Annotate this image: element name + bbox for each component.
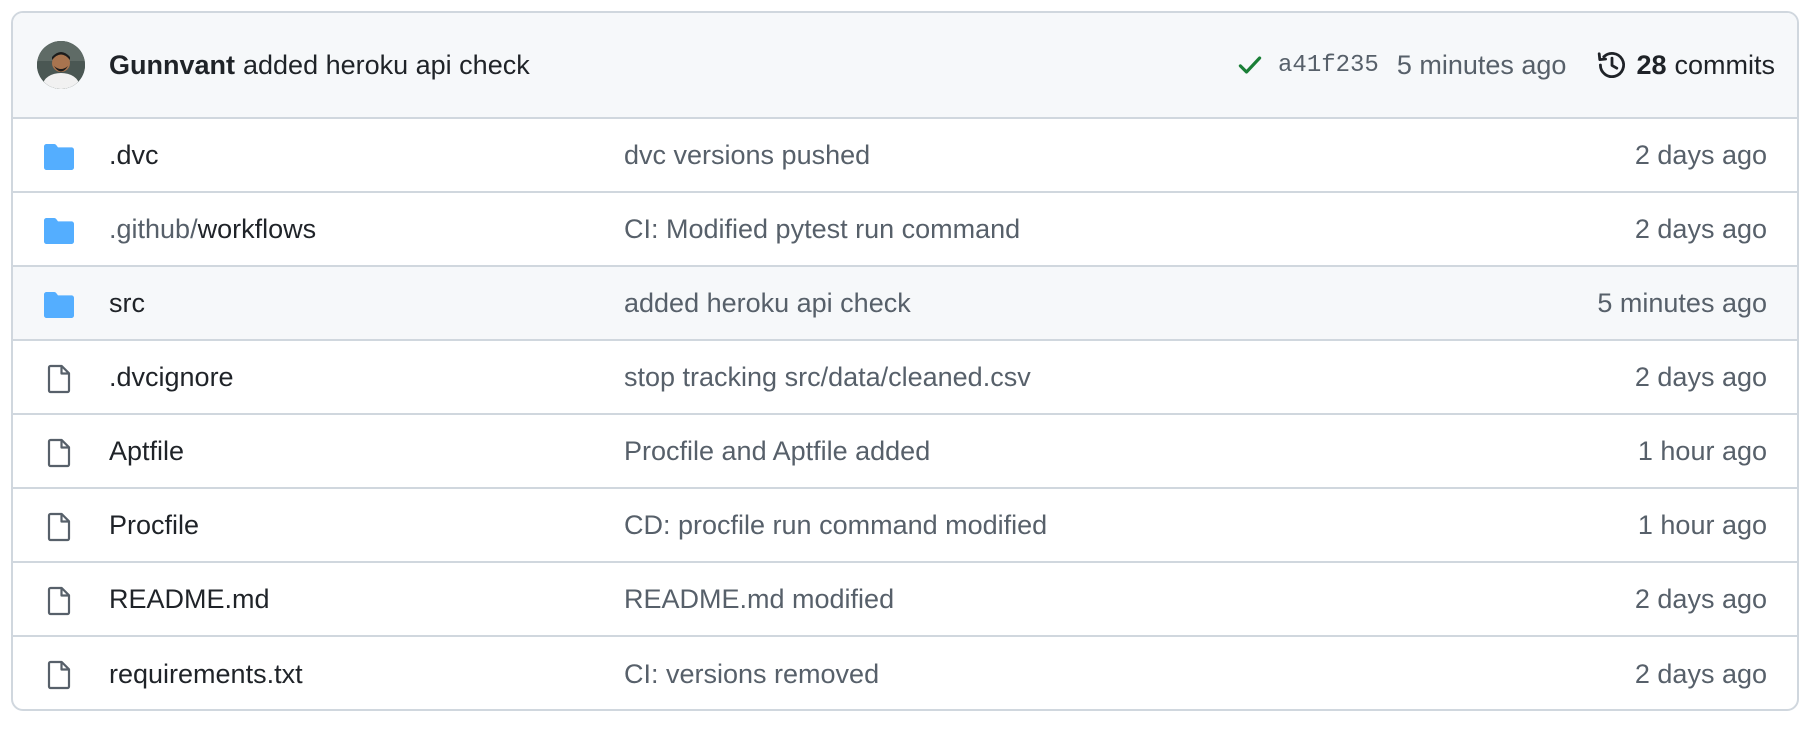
file-browser: Gunnvant added heroku api check a41f235 … — [11, 11, 1799, 711]
file-row[interactable]: Aptfile Procfile and Aptfile added 1 hour … — [13, 415, 1797, 489]
file-commit-time: 1 hour ago — [1637, 435, 1767, 466]
file-name-text: requirements.txt — [109, 658, 303, 689]
file-icon — [43, 363, 75, 395]
commits-label: commits — [1674, 49, 1776, 80]
commit-sha-link[interactable]: a41f235 — [1278, 52, 1379, 79]
file-list: .dvc dvc versions pushed 2 days ago .github… — [13, 119, 1797, 709]
file-name-link[interactable]: src — [109, 288, 145, 319]
file-commit-time: 2 days ago — [1634, 361, 1767, 392]
folder-icon — [43, 289, 75, 321]
file-commit-message-link[interactable]: dvc versions pushed — [624, 140, 870, 171]
file-name-text: workflows — [197, 213, 317, 244]
file-commit-message-link[interactable]: README.md modified — [624, 584, 894, 615]
file-name-link[interactable]: README.md — [109, 584, 270, 615]
file-name-link[interactable]: .dvcignore — [109, 362, 234, 393]
commit-time: 5 minutes ago — [1396, 49, 1567, 80]
commit-count: 28 — [1636, 49, 1667, 80]
file-row[interactable]: Procfile CD: procfile run command modifie… — [13, 489, 1797, 563]
file-commit-message-link[interactable]: Procfile and Aptfile added — [624, 436, 930, 467]
file-name-link[interactable]: Aptfile — [109, 436, 184, 467]
commit-author-link[interactable]: Gunnvant — [109, 50, 235, 81]
latest-commit-bar: Gunnvant added heroku api check a41f235 … — [13, 13, 1797, 119]
file-icon — [43, 585, 75, 617]
file-name-text: src — [109, 287, 145, 318]
file-row[interactable]: .dvc dvc versions pushed 2 days ago — [13, 119, 1797, 193]
file-name-text: Aptfile — [109, 435, 185, 466]
history-icon — [1598, 52, 1626, 78]
file-commit-message-link[interactable]: stop tracking src/data/cleaned.csv — [624, 362, 1031, 393]
file-commit-time: 1 hour ago — [1637, 509, 1767, 540]
file-name-text: .dvc — [109, 139, 159, 170]
file-commit-time: 2 days ago — [1634, 213, 1767, 244]
check-icon[interactable] — [1236, 51, 1264, 79]
file-commit-message-link[interactable]: added heroku api check — [624, 288, 911, 319]
avatar[interactable] — [37, 41, 85, 89]
file-row[interactable]: src added heroku api check 5 minutes ago — [13, 267, 1797, 341]
folder-icon — [43, 215, 75, 247]
file-commit-time: 2 days ago — [1634, 139, 1767, 170]
folder-icon — [43, 141, 75, 173]
file-name-link[interactable]: .dvc — [109, 140, 159, 171]
file-commit-time: 5 minutes ago — [1597, 287, 1767, 318]
file-commit-message-link[interactable]: CI: Modified pytest run command — [624, 214, 1020, 245]
file-name-text: .dvcignore — [109, 361, 234, 392]
file-name-link[interactable]: Procfile — [109, 510, 199, 541]
file-row[interactable]: .dvcignore stop tracking src/data/cleaned… — [13, 341, 1797, 415]
file-name-link[interactable]: .github/workflows — [109, 214, 316, 245]
file-row[interactable]: .github/workflows CI: Modified pytest run… — [13, 193, 1797, 267]
file-commit-time: 2 days ago — [1634, 658, 1767, 689]
file-commit-message-link[interactable]: CI: versions removed — [624, 659, 879, 690]
file-icon — [43, 511, 75, 543]
file-commit-time: 2 days ago — [1634, 583, 1767, 614]
file-path-prefix: .github/ — [109, 213, 198, 244]
file-name-text: Procfile — [109, 509, 200, 540]
file-row[interactable]: requirements.txt CI: versions removed 2 da… — [13, 637, 1797, 709]
commits-history-link[interactable]: 28 commits — [1596, 49, 1775, 81]
file-icon — [43, 437, 75, 469]
file-commit-message-link[interactable]: CD: procfile run command modified — [624, 510, 1047, 541]
commit-message-link[interactable]: added heroku api check — [243, 50, 530, 81]
file-name-text: README.md — [109, 583, 270, 614]
file-icon — [43, 659, 75, 691]
file-name-link[interactable]: requirements.txt — [109, 659, 303, 690]
file-row[interactable]: README.md README.md modified 2 days ago — [13, 563, 1797, 637]
